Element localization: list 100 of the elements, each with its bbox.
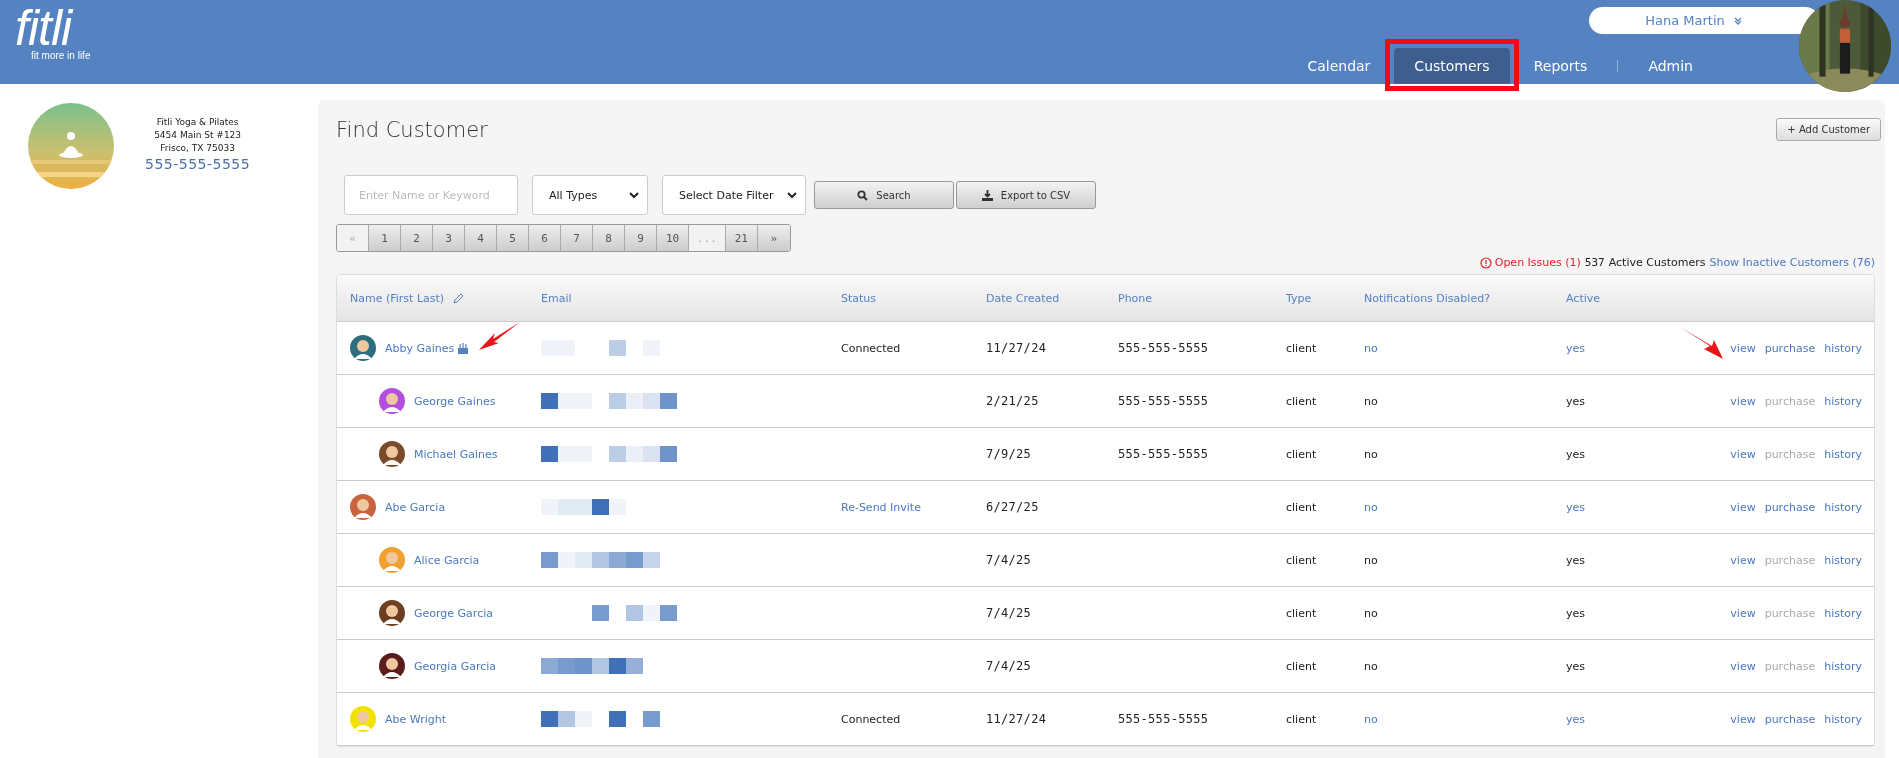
chevron-icon — [629, 191, 639, 199]
row-action-link[interactable]: purchase — [1764, 500, 1816, 514]
row-action-link[interactable]: history — [1824, 394, 1862, 408]
active-value: yes — [1566, 659, 1585, 673]
avatar-icon — [350, 706, 376, 732]
column-header[interactable]: Active — [1566, 291, 1676, 305]
column-header[interactable]: Date Created — [986, 291, 1118, 305]
search-field[interactable]: Enter Name or Keyword — [344, 175, 518, 215]
active-toggle-link[interactable]: yes — [1566, 712, 1585, 726]
customer-type: client — [1286, 606, 1317, 620]
phone-number: 555-555-5555 — [1118, 712, 1209, 726]
column-header[interactable]: Status — [841, 291, 986, 305]
customer-name-link[interactable]: Abby Gaines — [385, 341, 455, 355]
notifications-value: no — [1364, 394, 1378, 408]
customer-type: client — [1286, 447, 1317, 461]
type-dropdown[interactable]: All Types — [532, 175, 648, 215]
row-action-link[interactable]: view — [1730, 394, 1756, 408]
page-button[interactable]: 21 — [725, 225, 758, 251]
page-button[interactable]: 3 — [433, 225, 465, 251]
customer-name-link[interactable]: Abe Garcia — [385, 500, 446, 514]
row-action-link[interactable]: history — [1824, 447, 1862, 461]
notifications-value: no — [1364, 659, 1378, 673]
active-toggle-link[interactable]: yes — [1566, 341, 1585, 355]
date-filter-dropdown[interactable]: Select Date Filter — [662, 175, 806, 215]
active-value: yes — [1566, 553, 1585, 567]
active-toggle-link[interactable]: yes — [1566, 500, 1585, 514]
open-issues-link[interactable]: Open Issues (1) — [1479, 256, 1581, 269]
studio-name: Fitli Yoga & Pilates — [156, 116, 239, 129]
row-action-link[interactable]: history — [1824, 712, 1862, 726]
nav-tab[interactable]: Admin — [1636, 48, 1705, 84]
page-button[interactable]: 10 — [657, 225, 689, 251]
avatar-icon — [379, 441, 405, 467]
column-header[interactable]: Type — [1286, 291, 1364, 305]
customer-name-link[interactable]: George Garcia — [414, 606, 493, 620]
phone-number: 555-555-5555 — [1118, 341, 1209, 355]
customer-name-link[interactable]: Alice Garcia — [414, 553, 480, 567]
notifications-toggle-link[interactable]: no — [1364, 500, 1378, 514]
customer-name-link[interactable]: George Gaines — [414, 394, 496, 408]
export-button[interactable]: Export to CSV — [956, 181, 1096, 209]
customer-name-link[interactable]: Georgia Garcia — [414, 659, 497, 673]
notifications-value: no — [1364, 606, 1378, 620]
avatar-icon — [350, 335, 376, 361]
pencil-icon — [453, 292, 465, 304]
page-button[interactable]: 7 — [561, 225, 593, 251]
row-action-link[interactable]: purchase — [1764, 712, 1816, 726]
avatar-icon — [350, 494, 376, 520]
nav-tab[interactable]: Reports — [1521, 48, 1600, 84]
resend-invite-link[interactable]: Re-Send Invite — [841, 500, 921, 514]
row-action-link[interactable]: view — [1730, 553, 1756, 567]
row-action-link[interactable]: history — [1824, 553, 1862, 567]
studio-phone: 555-555-5555 — [145, 155, 251, 173]
row-action-link[interactable]: view — [1730, 341, 1756, 355]
date-created: 7/4/25 — [986, 553, 1032, 567]
column-header[interactable]: Notifications Disabled? — [1364, 291, 1566, 305]
active-customers-label: Active Customers — [1608, 256, 1706, 269]
customer-name-link[interactable]: Michael Gaines — [414, 447, 498, 461]
row-action-link[interactable]: view — [1730, 659, 1756, 673]
column-header[interactable]: Email — [541, 291, 841, 305]
add-customer-button[interactable]: + Add Customer — [1776, 118, 1881, 141]
notifications-toggle-link[interactable]: no — [1364, 712, 1378, 726]
nav-tab[interactable]: Customers — [1394, 48, 1510, 84]
row-action-link[interactable]: view — [1730, 500, 1756, 514]
row-action-link[interactable]: history — [1824, 659, 1862, 673]
search-button[interactable]: Search — [814, 181, 954, 209]
page-button[interactable]: 1 — [369, 225, 401, 251]
notifications-value: no — [1364, 553, 1378, 567]
search-icon — [857, 189, 869, 201]
row-action-link[interactable]: history — [1824, 606, 1862, 620]
studio-address: 5454 Main St #123 — [154, 129, 242, 142]
page-button[interactable]: 8 — [593, 225, 625, 251]
avatar-icon — [379, 600, 405, 626]
page-button[interactable]: 5 — [497, 225, 529, 251]
row-action-link[interactable]: view — [1730, 606, 1756, 620]
page-title: Find Customer — [336, 118, 488, 142]
page-button[interactable]: » — [757, 225, 790, 251]
date-created: 6/27/25 — [986, 500, 1039, 514]
row-action-link[interactable]: history — [1824, 500, 1862, 514]
notifications-toggle-link[interactable]: no — [1364, 341, 1378, 355]
row-action-link[interactable]: view — [1730, 447, 1756, 461]
column-header[interactable]: Phone — [1118, 291, 1286, 305]
date-created: 7/9/25 — [986, 447, 1032, 461]
column-header[interactable]: Name (First Last) — [337, 291, 541, 305]
avatar-icon — [379, 547, 405, 573]
customer-type: client — [1286, 341, 1317, 355]
notifications-value: no — [1364, 447, 1378, 461]
page-button[interactable]: 4 — [465, 225, 497, 251]
active-value: yes — [1566, 394, 1585, 408]
customer-type: client — [1286, 659, 1317, 673]
nav-tab[interactable]: Calendar — [1295, 48, 1383, 84]
row-action-link[interactable]: view — [1730, 712, 1756, 726]
page-button[interactable]: 6 — [529, 225, 561, 251]
date-created: 7/4/25 — [986, 659, 1032, 673]
row-action-link[interactable]: history — [1824, 341, 1862, 355]
customer-type: client — [1286, 394, 1317, 408]
page-button[interactable]: 2 — [401, 225, 433, 251]
customer-name-link[interactable]: Abe Wright — [385, 712, 446, 726]
row-action-link[interactable]: purchase — [1764, 341, 1816, 355]
chevron-icon — [787, 191, 797, 199]
page-button[interactable]: 9 — [625, 225, 657, 251]
customer-type: client — [1286, 712, 1317, 726]
